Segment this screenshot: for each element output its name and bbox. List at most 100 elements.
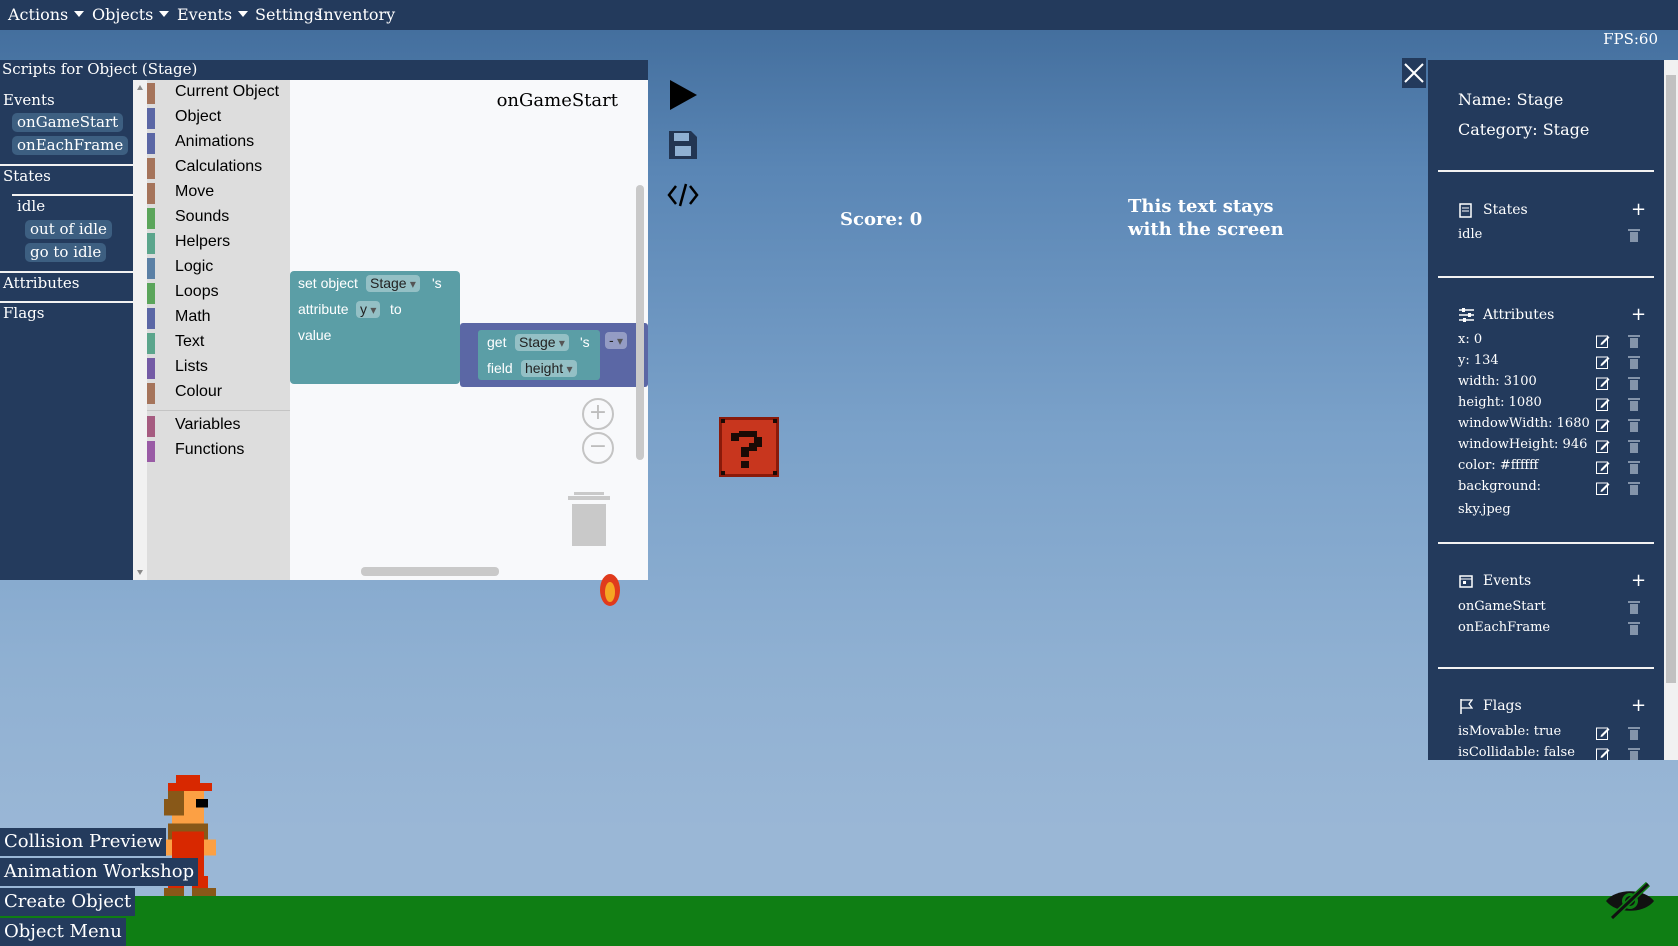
edit-icon[interactable] bbox=[1596, 480, 1610, 495]
zoom-out-button[interactable]: − bbox=[582, 432, 614, 464]
category-label: Colour bbox=[175, 383, 223, 400]
object-menu-button[interactable]: Object Menu bbox=[0, 918, 126, 946]
attribute-item[interactable]: x: 0 bbox=[1458, 332, 1482, 347]
get-field-block[interactable]: get Stage 's field height bbox=[478, 330, 600, 380]
category-loops[interactable]: Loops bbox=[147, 282, 290, 304]
tree-event-ongamestart[interactable]: onGameStart bbox=[12, 113, 124, 132]
event-item[interactable]: onEachFrame bbox=[1458, 620, 1550, 635]
edit-icon[interactable] bbox=[1596, 396, 1610, 411]
menu-inventory[interactable]: Inventory bbox=[317, 5, 395, 24]
add-event-button[interactable]: + bbox=[1631, 572, 1646, 590]
category-object[interactable]: Object bbox=[147, 107, 290, 129]
attribute-item[interactable]: color: #ffffff bbox=[1458, 458, 1538, 473]
trash-icon[interactable] bbox=[1628, 600, 1640, 614]
properties-scrollbar-thumb[interactable] bbox=[1666, 75, 1676, 683]
attribute-item[interactable]: height: 1080 bbox=[1458, 395, 1542, 410]
object-dropdown[interactable]: Stage bbox=[515, 334, 569, 351]
attribute-item[interactable]: windowWidth: 1680 bbox=[1458, 416, 1590, 431]
tree-flags-header[interactable]: Flags bbox=[3, 304, 44, 322]
set-attribute-block[interactable]: set object Stage 's attribute y to value bbox=[290, 271, 460, 384]
object-dropdown[interactable]: Stage bbox=[366, 275, 420, 292]
animation-workshop-button[interactable]: Animation Workshop bbox=[0, 858, 199, 886]
category-math[interactable]: Math bbox=[147, 307, 290, 329]
trash-icon[interactable] bbox=[1628, 621, 1640, 635]
scroll-down-arrow-icon[interactable] bbox=[137, 570, 143, 575]
attribute-item[interactable]: windowHeight: 946 bbox=[1458, 437, 1587, 452]
flag-item[interactable]: isCollidable: false bbox=[1458, 745, 1575, 760]
trash-can-icon[interactable] bbox=[568, 492, 610, 546]
workspace-horizontal-scrollbar[interactable] bbox=[361, 567, 499, 576]
edit-icon[interactable] bbox=[1596, 725, 1610, 740]
tree-states-header[interactable]: States bbox=[3, 167, 51, 185]
trash-icon[interactable] bbox=[1628, 354, 1640, 369]
menu-objects[interactable]: Objects bbox=[92, 5, 170, 24]
trash-icon[interactable] bbox=[1628, 725, 1640, 740]
attribute-item[interactable]: width: 3100 bbox=[1458, 374, 1537, 389]
tree-attributes-header[interactable]: Attributes bbox=[3, 274, 79, 292]
tree-event-oneachframe[interactable]: onEachFrame bbox=[12, 136, 129, 155]
math-operator-block[interactable]: get Stage 's field height - bbox=[460, 323, 648, 387]
tree-state-idle[interactable]: idle bbox=[17, 197, 45, 215]
menu-events[interactable]: Events bbox=[177, 5, 249, 24]
field-dropdown[interactable]: height bbox=[521, 360, 577, 377]
category-variables[interactable]: Variables bbox=[147, 415, 290, 437]
tree-scrollbar[interactable] bbox=[133, 80, 147, 580]
collision-preview-button[interactable]: Collision Preview bbox=[0, 828, 167, 856]
category-calculations[interactable]: Calculations bbox=[147, 157, 290, 179]
blockly-workspace[interactable]: onGameStart set object Stage 's attribut… bbox=[290, 80, 648, 580]
trash-icon[interactable] bbox=[1628, 438, 1640, 453]
trash-icon[interactable] bbox=[1628, 375, 1640, 390]
category-current-object[interactable]: Current Object bbox=[147, 82, 290, 104]
play-icon[interactable] bbox=[668, 80, 698, 110]
menu-actions[interactable]: Actions bbox=[8, 5, 85, 24]
edit-icon[interactable] bbox=[1596, 375, 1610, 390]
category-text[interactable]: Text bbox=[147, 332, 290, 354]
state-item[interactable]: idle bbox=[1458, 227, 1482, 242]
attribute-item[interactable]: background: bbox=[1458, 479, 1541, 494]
add-state-button[interactable]: + bbox=[1631, 201, 1646, 219]
create-object-button[interactable]: Create Object bbox=[0, 888, 136, 916]
edit-icon[interactable] bbox=[1596, 438, 1610, 453]
workspace-vertical-scrollbar[interactable] bbox=[636, 185, 644, 460]
add-attribute-button[interactable]: + bbox=[1631, 306, 1646, 324]
tree-events-header[interactable]: Events bbox=[3, 91, 55, 109]
edit-icon[interactable] bbox=[1596, 354, 1610, 369]
event-item[interactable]: onGameStart bbox=[1458, 599, 1546, 614]
category-lists[interactable]: Lists bbox=[147, 357, 290, 379]
category-sounds[interactable]: Sounds bbox=[147, 207, 290, 229]
trash-icon[interactable] bbox=[1628, 459, 1640, 474]
scroll-up-arrow-icon[interactable] bbox=[137, 85, 143, 90]
zoom-in-button[interactable]: + bbox=[582, 398, 614, 430]
trash-icon[interactable] bbox=[1628, 396, 1640, 411]
flag-item[interactable]: isMovable: true bbox=[1458, 724, 1561, 739]
edit-icon[interactable] bbox=[1596, 459, 1610, 474]
category-functions[interactable]: Functions bbox=[147, 440, 290, 462]
attribute-dropdown[interactable]: y bbox=[356, 301, 381, 318]
edit-icon[interactable] bbox=[1596, 417, 1610, 432]
document-icon bbox=[1459, 203, 1472, 218]
trash-icon[interactable] bbox=[1628, 417, 1640, 432]
trash-icon[interactable] bbox=[1628, 228, 1640, 242]
question-block-sprite[interactable] bbox=[719, 417, 779, 477]
save-icon[interactable] bbox=[668, 130, 698, 160]
hide-eye-icon[interactable] bbox=[1604, 880, 1656, 922]
edit-icon[interactable] bbox=[1596, 333, 1610, 348]
trash-icon[interactable] bbox=[1628, 480, 1640, 495]
close-icon[interactable] bbox=[1402, 58, 1426, 88]
category-colour[interactable]: Colour bbox=[147, 382, 290, 404]
category-animations[interactable]: Animations bbox=[147, 132, 290, 154]
code-icon[interactable] bbox=[667, 182, 699, 208]
category-move[interactable]: Move bbox=[147, 182, 290, 204]
category-logic[interactable]: Logic bbox=[147, 257, 290, 279]
category-helpers[interactable]: Helpers bbox=[147, 232, 290, 254]
attribute-item[interactable]: y: 134 bbox=[1458, 353, 1499, 368]
trash-icon[interactable] bbox=[1628, 333, 1640, 348]
edit-icon[interactable] bbox=[1596, 746, 1610, 760]
menu-settings[interactable]: Settings bbox=[255, 5, 322, 24]
operator-dropdown[interactable]: - bbox=[605, 332, 628, 349]
tree-transition-go-to-idle[interactable]: go to idle bbox=[25, 243, 107, 262]
fireball-sprite[interactable] bbox=[598, 568, 622, 608]
tree-transition-out-of-idle[interactable]: out of idle bbox=[25, 220, 112, 239]
add-flag-button[interactable]: + bbox=[1631, 697, 1646, 715]
trash-icon[interactable] bbox=[1628, 746, 1640, 760]
